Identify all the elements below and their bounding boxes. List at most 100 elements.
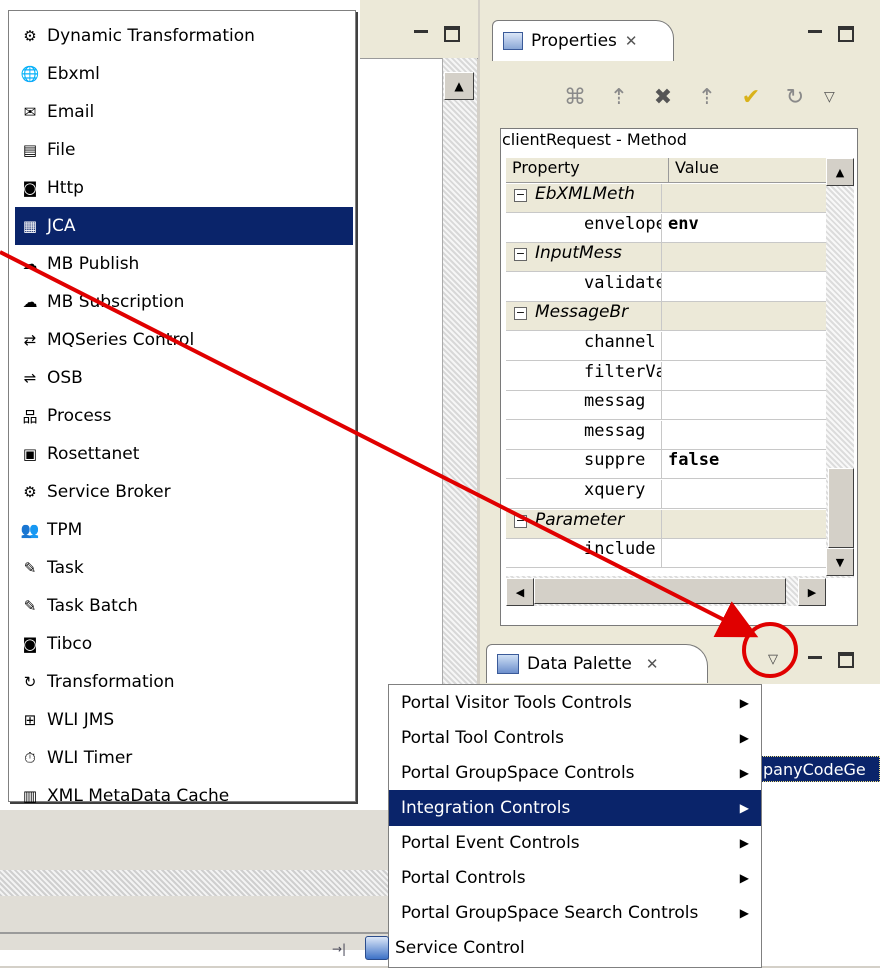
property-row[interactable]: include <box>506 539 826 569</box>
property-row[interactable]: suppre false <box>506 450 826 480</box>
context-menu-item[interactable]: Portal Event Controls ▶ <box>389 825 761 861</box>
menu-item[interactable]: ✉ Email <box>15 93 353 131</box>
editor-minimize-button[interactable] <box>414 30 428 40</box>
menu-item[interactable]: ▣ Rosettanet <box>15 435 353 473</box>
menu-item[interactable]: ⚙ Dynamic Transformation <box>15 17 353 55</box>
menu-item[interactable]: ▦ JCA <box>15 207 353 245</box>
menu-item[interactable]: ⚙ Service Broker <box>15 473 353 511</box>
menu-item[interactable]: ◙ Tibco <box>15 625 353 663</box>
menu-item[interactable]: ⇌ OSB <box>15 359 353 397</box>
submenu-arrow-icon: ▶ <box>739 766 749 780</box>
property-row[interactable]: messag <box>506 391 826 421</box>
close-icon[interactable]: ✕ <box>625 32 638 50</box>
move-down-icon[interactable]: ⇡ <box>692 82 722 112</box>
property-name: validate <box>584 272 662 293</box>
scroll-left-button[interactable]: ◀ <box>506 578 534 606</box>
property-value[interactable] <box>662 480 668 508</box>
property-row[interactable]: validate <box>506 272 826 302</box>
property-value[interactable] <box>662 332 668 360</box>
context-menu-item[interactable]: Portal Tool Controls ▶ <box>389 720 761 756</box>
property-category-row[interactable]: − Parameter <box>506 509 826 539</box>
property-value[interactable] <box>662 421 668 449</box>
menu-item[interactable]: 🌐 Ebxml <box>15 55 353 93</box>
property-category-row[interactable]: − InputMess <box>506 243 826 273</box>
scroll-right-button[interactable]: ▶ <box>798 578 826 606</box>
menu-item-label: Ebxml <box>47 64 100 84</box>
submenu-arrow-icon: ▶ <box>739 801 749 815</box>
editor-lower-scrollbar[interactable] <box>0 870 420 896</box>
menu-item[interactable]: ▥ XML MetaData Cache <box>15 777 353 815</box>
process-icon: 品 <box>22 407 38 426</box>
editor-scroll-up-button[interactable]: ▲ <box>444 72 474 100</box>
context-menu-item[interactable]: Portal GroupSpace Search Controls ▶ <box>389 895 761 931</box>
menu-item[interactable]: ✎ Task <box>15 549 353 587</box>
menu-item[interactable]: ▤ File <box>15 131 353 169</box>
column-header-value[interactable]: Value <box>669 158 719 182</box>
property-value <box>662 184 668 212</box>
editor-tab-divider <box>0 932 420 934</box>
property-name: include <box>584 539 656 560</box>
move-up-icon[interactable]: ⇡ <box>604 82 634 112</box>
properties-tab[interactable]: Properties ✕ <box>492 20 674 61</box>
menu-item[interactable]: 👥 TPM <box>15 511 353 549</box>
close-icon[interactable]: ✕ <box>646 655 659 673</box>
horizontal-scroll-thumb[interactable] <box>534 578 786 604</box>
property-value[interactable] <box>662 362 668 390</box>
data-palette-selected-item[interactable]: panyCodeGe <box>760 756 880 782</box>
property-row[interactable]: filterVa <box>506 361 826 391</box>
property-name: MessageBr <box>535 302 629 323</box>
context-menu-item[interactable]: Portal GroupSpace Controls ▶ <box>389 755 761 791</box>
context-menu-item[interactable]: Portal Visitor Tools Controls ▶ <box>389 685 761 721</box>
data-palette-maximize-button[interactable] <box>838 652 854 668</box>
menu-item[interactable]: ⇄ MQSeries Control <box>15 321 353 359</box>
context-menu-item[interactable]: Service Control <box>365 930 761 966</box>
property-value[interactable] <box>662 391 668 419</box>
menu-item[interactable]: ☁ MB Publish <box>15 245 353 283</box>
property-row[interactable]: xquery <box>506 480 826 509</box>
property-value[interactable] <box>662 273 668 301</box>
menu-item[interactable]: 品 Process <box>15 397 353 435</box>
integration-controls-submenu: ⚙ Dynamic Transformation 🌐 Ebxml ✉ Email ▤ File… <box>8 10 356 806</box>
property-category-row[interactable]: − MessageBr <box>506 302 826 332</box>
vertical-scroll-thumb[interactable] <box>828 468 854 548</box>
properties-minimize-button[interactable] <box>808 30 822 40</box>
property-name: filterVa <box>584 361 662 382</box>
view-menu-icon[interactable]: ▽ <box>824 89 835 105</box>
menu-item-label: Tibco <box>47 634 93 654</box>
menu-item[interactable]: ⊞ WLI JMS <box>15 701 353 739</box>
collapse-icon[interactable]: − <box>514 307 527 321</box>
property-value <box>662 243 668 271</box>
menu-item[interactable]: ✎ Task Batch <box>15 587 353 625</box>
menu-item[interactable]: ⏱ WLI Timer <box>15 739 353 777</box>
property-row[interactable]: messag <box>506 420 826 450</box>
properties-maximize-button[interactable] <box>838 26 854 42</box>
editor-maximize-button[interactable] <box>444 26 460 42</box>
scroll-up-button[interactable]: ▲ <box>826 158 854 186</box>
data-palette-tab[interactable]: Data Palette ✕ <box>486 644 708 683</box>
show-categories-icon[interactable]: ⌘ <box>560 82 590 112</box>
property-row[interactable]: channel <box>506 332 826 361</box>
property-row[interactable]: envelope env <box>506 213 826 243</box>
scroll-down-button[interactable]: ▼ <box>826 548 854 576</box>
column-header-property[interactable]: Property <box>506 158 669 182</box>
restore-icon[interactable]: ↻ <box>780 82 810 112</box>
delete-icon[interactable]: ✖ <box>648 82 678 112</box>
link-editor-icon[interactable]: →| <box>332 942 346 956</box>
menu-item[interactable]: ◙ Http <box>15 169 353 207</box>
task-batch-icon: ✎ <box>23 597 37 615</box>
apply-icon[interactable]: ✔ <box>736 82 766 112</box>
property-value <box>662 510 668 538</box>
property-category-row[interactable]: − EbXMLMeth <box>506 184 826 213</box>
context-menu-item[interactable]: Portal Controls ▶ <box>389 860 761 896</box>
context-menu-item[interactable]: Integration Controls ▶ <box>389 790 761 826</box>
data-palette-minimize-button[interactable] <box>808 656 822 666</box>
property-value[interactable]: false <box>662 450 719 478</box>
menu-item[interactable]: ↻ Transformation <box>15 663 353 701</box>
collapse-icon[interactable]: − <box>514 514 527 528</box>
collapse-icon[interactable]: − <box>514 248 527 262</box>
menu-item[interactable]: ☁ MB Subscription <box>15 283 353 321</box>
tibco-icon: ◙ <box>22 635 38 653</box>
collapse-icon[interactable]: − <box>514 189 527 202</box>
property-value[interactable] <box>662 539 668 567</box>
property-value[interactable]: env <box>662 214 699 242</box>
